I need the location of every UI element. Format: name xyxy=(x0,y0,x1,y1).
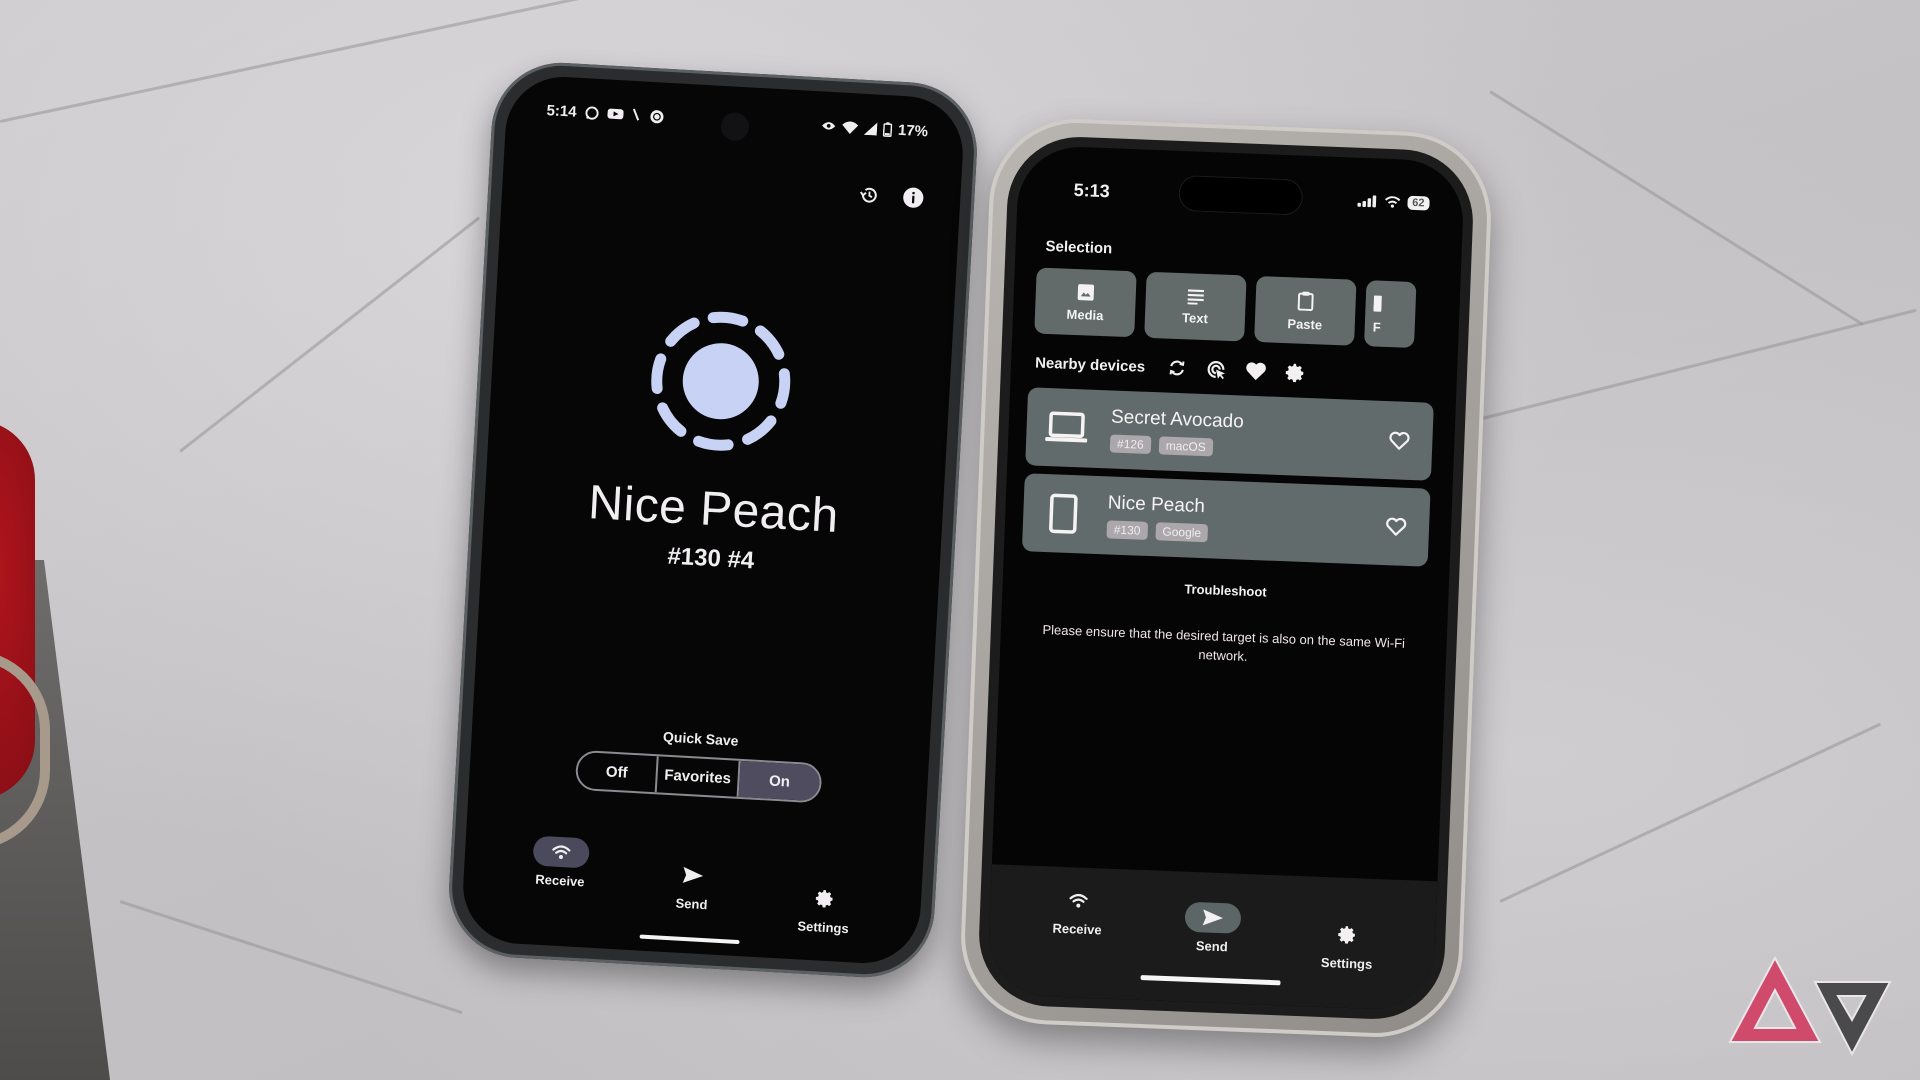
status-time: 5:14 xyxy=(546,101,578,121)
wifi-icon xyxy=(1069,893,1088,908)
eye-icon xyxy=(822,122,836,130)
home-indicator[interactable] xyxy=(1140,975,1281,986)
nav-send-label: Send xyxy=(1195,938,1229,955)
nav-send[interactable]: Send xyxy=(663,859,722,913)
status-time: 5:13 xyxy=(1073,179,1111,201)
nav-receive-label: Receive xyxy=(535,871,585,890)
iphone: 5:13 62 Selection Media Text Paste F Nea… xyxy=(957,115,1495,1041)
iphone-screen: 5:13 62 Selection Media Text Paste F Nea… xyxy=(986,144,1466,1012)
cell-signal-icon xyxy=(863,122,878,136)
device-card-secret-avocado[interactable]: Secret Avocado #126 macOS xyxy=(1025,387,1434,481)
gear-icon xyxy=(1338,926,1356,944)
device-os-tag: Google xyxy=(1155,522,1209,543)
send-icon xyxy=(1202,909,1223,926)
cell-signal-icon xyxy=(1357,195,1377,208)
clipboard-icon xyxy=(1297,291,1314,311)
troubleshoot-button[interactable]: Troubleshoot xyxy=(1002,574,1448,606)
gear-icon[interactable] xyxy=(1285,362,1307,384)
selection-buttons: Media Text Paste F xyxy=(1034,267,1417,349)
heart-outline-icon[interactable] xyxy=(1388,430,1411,451)
wifi-icon xyxy=(1384,196,1401,208)
battery-percent: 17% xyxy=(897,121,929,140)
android-police-logo xyxy=(1728,955,1892,1057)
selection-text-label: Text xyxy=(1181,309,1209,326)
selection-media-label: Media xyxy=(1066,306,1104,323)
logo-pink-triangle xyxy=(1728,955,1822,1043)
whatsapp-icon xyxy=(585,106,599,120)
nav-send[interactable]: Send xyxy=(1184,901,1242,955)
iphone-bezel: 5:13 62 Selection Media Text Paste F Nea… xyxy=(976,134,1476,1022)
laptop-icon xyxy=(1045,411,1088,443)
nav-receive[interactable]: Receive xyxy=(1049,884,1107,937)
battery-indicator: 62 xyxy=(1407,195,1430,211)
selection-text-button[interactable]: Text xyxy=(1144,271,1247,342)
slash-icon xyxy=(632,108,640,121)
device-os-tag: macOS xyxy=(1158,436,1214,457)
quick-save-segmented: Off Favorites On xyxy=(574,749,823,804)
wifi-icon xyxy=(552,845,571,860)
android-phone: 5:14 17% Nice Peach #130 #4 Quick Save O… xyxy=(445,59,981,981)
quick-save-label: Quick Save xyxy=(662,728,739,749)
nav-settings-label: Settings xyxy=(1320,954,1373,972)
target-icon xyxy=(650,109,664,123)
android-screen: 5:14 17% Nice Peach #130 #4 Quick Save O… xyxy=(460,73,966,967)
nav-receive[interactable]: Receive xyxy=(532,835,591,890)
device-name: Nice Peach xyxy=(1107,492,1206,518)
nearby-devices-title: Nearby devices xyxy=(1034,354,1146,376)
refresh-icon[interactable] xyxy=(1167,358,1188,379)
scan-icon[interactable] xyxy=(1205,358,1228,381)
quick-save-on[interactable]: On xyxy=(738,760,821,802)
history-icon[interactable] xyxy=(858,184,881,207)
selection-title: Selection xyxy=(1045,237,1113,258)
selection-file-label: F xyxy=(1372,318,1381,335)
heart-outline-icon[interactable] xyxy=(1385,516,1408,537)
device-name: Secret Avocado xyxy=(1110,406,1245,433)
send-icon xyxy=(682,866,704,883)
localsend-logo-icon xyxy=(642,302,800,460)
nav-send-label: Send xyxy=(675,895,708,913)
quick-save-control: Quick Save Off Favorites On xyxy=(469,718,930,809)
info-icon[interactable] xyxy=(902,186,925,209)
camera-punch-hole xyxy=(720,111,750,142)
android-bottom-nav: Receive Send Settings xyxy=(462,832,923,936)
favorites-icon[interactable] xyxy=(1245,361,1268,382)
dynamic-island xyxy=(1178,174,1304,216)
nearby-device-list: Secret Avocado #126 macOS Nice Peach #13… xyxy=(1021,387,1434,574)
selection-media-button[interactable]: Media xyxy=(1034,267,1137,338)
phone-icon xyxy=(1049,493,1078,534)
gesture-bar[interactable] xyxy=(639,934,740,945)
nearby-devices-header: Nearby devices xyxy=(1035,352,1307,384)
selection-paste-label: Paste xyxy=(1287,315,1323,332)
device-card-nice-peach[interactable]: Nice Peach #130 Google xyxy=(1021,473,1431,567)
image-icon xyxy=(1077,283,1095,301)
file-icon xyxy=(1373,295,1382,312)
quick-save-off[interactable]: Off xyxy=(576,751,659,793)
selection-paste-button[interactable]: Paste xyxy=(1254,275,1357,346)
gear-icon xyxy=(815,889,833,908)
nav-settings[interactable]: Settings xyxy=(1318,919,1376,972)
logo-dark-triangle xyxy=(1813,981,1892,1057)
text-lines-icon xyxy=(1187,288,1205,305)
youtube-icon xyxy=(607,108,624,120)
nav-settings-label: Settings xyxy=(797,918,850,937)
battery-icon xyxy=(882,121,893,137)
nav-receive-label: Receive xyxy=(1052,920,1102,938)
device-id-tag: #130 xyxy=(1106,520,1148,540)
device-id-tag: #126 xyxy=(1109,434,1152,455)
troubleshoot-hint: Please ensure that the desired target is… xyxy=(1042,621,1406,664)
quick-save-favorites[interactable]: Favorites xyxy=(656,756,741,797)
selection-file-button[interactable]: F xyxy=(1364,280,1417,349)
wifi-icon xyxy=(842,121,859,134)
nav-settings[interactable]: Settings xyxy=(795,882,854,936)
ios-bottom-nav: Receive Send Settings xyxy=(986,864,1438,1012)
